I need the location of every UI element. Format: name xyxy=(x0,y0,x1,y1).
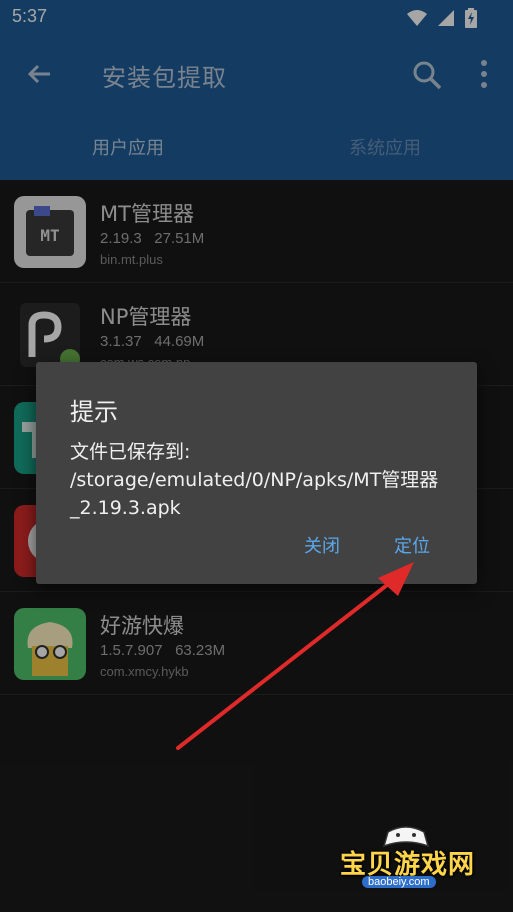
watermark: 宝贝游戏网 baobeiy.com xyxy=(336,820,486,900)
dialog-message: 文件已保存到: /storage/emulated/0/NP/apks/MT管理… xyxy=(70,441,439,519)
locate-button[interactable]: 定位 xyxy=(394,532,430,558)
close-button[interactable]: 关闭 xyxy=(304,532,340,558)
save-result-dialog: 提示 文件已保存到: /storage/emulated/0/NP/apks/M… xyxy=(36,362,477,584)
dialog-title: 提示 xyxy=(70,398,118,426)
watermark-url: baobeiy.com xyxy=(362,876,436,888)
